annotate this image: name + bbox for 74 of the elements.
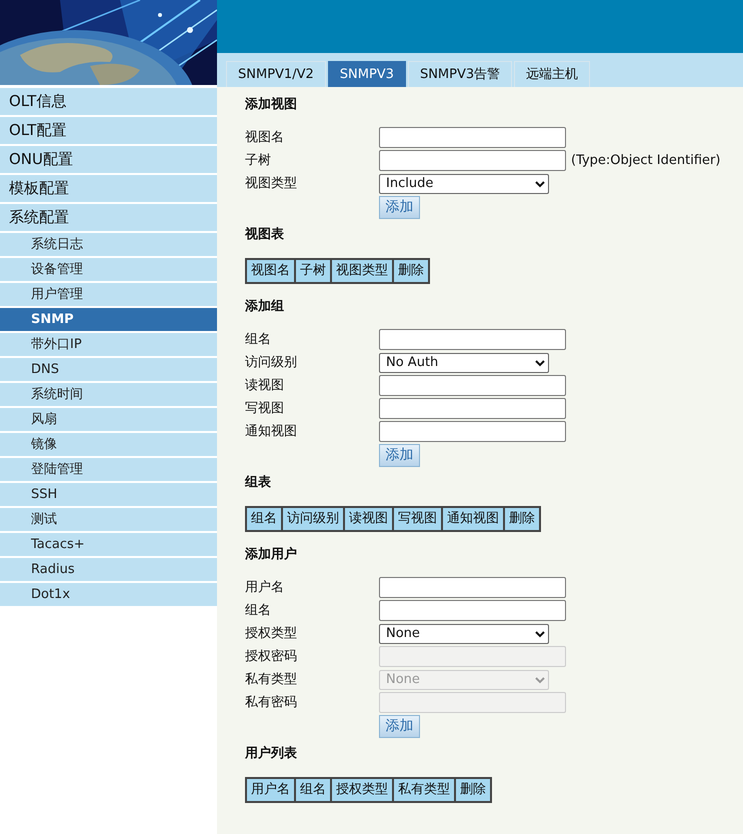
column-header: 视图类型: [331, 259, 393, 283]
field-label: 私有密码: [245, 694, 298, 712]
field-label: 私有类型: [245, 671, 298, 689]
column-header: 组名: [246, 507, 282, 531]
column-header: 删除: [393, 259, 429, 283]
sidebar-subitem[interactable]: 带外口IP: [0, 333, 217, 356]
add-button[interactable]: 添加: [379, 715, 420, 738]
input-field[interactable]: [379, 375, 566, 396]
column-header: 授权类型: [331, 778, 393, 802]
field-label: 视图名: [245, 129, 285, 147]
sidebar-subitem[interactable]: DNS: [0, 358, 217, 381]
sidebar-subitem[interactable]: 用户管理: [0, 283, 217, 306]
column-header: 通知视图: [442, 507, 504, 531]
input-field[interactable]: [379, 398, 566, 419]
column-header: 视图名: [246, 259, 295, 283]
field-label: 访问级别: [245, 354, 298, 372]
section-heading: 添加用户: [245, 546, 298, 564]
section-heading: 添加视图: [245, 96, 298, 114]
column-header: 删除: [455, 778, 491, 802]
section-heading: 添加组: [245, 298, 285, 316]
column-header: 组名: [295, 778, 331, 802]
sidebar-subitem[interactable]: SNMP: [0, 308, 217, 331]
sidebar-subitem[interactable]: SSH: [0, 483, 217, 506]
input-field[interactable]: [379, 577, 566, 598]
sidebar-item[interactable]: OLT配置: [0, 117, 217, 144]
sidebar-subitem[interactable]: Dot1x: [0, 583, 217, 606]
tab[interactable]: 远端主机: [514, 61, 590, 87]
sidebar-item[interactable]: OLT信息: [0, 88, 217, 115]
column-header: 私有类型: [393, 778, 455, 802]
sidebar-subitem[interactable]: 风扇: [0, 408, 217, 431]
field-label: 组名: [245, 602, 272, 620]
sidebar-subitem[interactable]: 登陆管理: [0, 458, 217, 481]
column-header: 删除: [504, 507, 540, 531]
field-label: 组名: [245, 331, 272, 349]
tab[interactable]: SNMPV1/V2: [226, 61, 326, 87]
sidebar-subitem[interactable]: 测试: [0, 508, 217, 531]
field-label: 子树: [245, 152, 272, 170]
tab[interactable]: SNMPV3告警: [408, 61, 512, 87]
field-label: 视图类型: [245, 175, 298, 193]
dropdown[interactable]: None: [379, 624, 549, 644]
sidebar-item[interactable]: 模板配置: [0, 175, 217, 202]
dropdown[interactable]: No Auth: [379, 352, 549, 372]
sidebar-subitem[interactable]: Tacacs+: [0, 533, 217, 556]
sidebar-subitem[interactable]: 设备管理: [0, 258, 217, 281]
input-field[interactable]: [379, 150, 566, 171]
add-button[interactable]: 添加: [379, 196, 420, 219]
field-label: 通知视图: [245, 423, 298, 441]
input-field[interactable]: [379, 600, 566, 621]
field-label: 写视图: [245, 400, 285, 418]
sidebar-subitem[interactable]: Radius: [0, 558, 217, 581]
field-label: 授权密码: [245, 648, 298, 666]
column-header: 用户名: [246, 778, 295, 802]
sidebar-subitem[interactable]: 镜像: [0, 433, 217, 456]
field-label: 读视图: [245, 377, 285, 395]
column-header: 写视图: [393, 507, 442, 531]
table-heading: 组表: [245, 474, 272, 492]
input-field[interactable]: [379, 421, 566, 442]
column-header: 访问级别: [282, 507, 344, 531]
add-button[interactable]: 添加: [379, 444, 420, 467]
hint-text: (Type:Object Identifier): [571, 152, 720, 170]
tab[interactable]: SNMPV3: [328, 61, 406, 87]
sidebar-subitem[interactable]: 系统时间: [0, 383, 217, 406]
table-heading: 视图表: [245, 226, 285, 244]
field-label: 授权类型: [245, 625, 298, 643]
sidebar-item[interactable]: ONU配置: [0, 146, 217, 173]
input-field[interactable]: [379, 127, 566, 148]
column-header: 子树: [295, 259, 331, 283]
column-header: 读视图: [344, 507, 393, 531]
field-label: 用户名: [245, 579, 285, 597]
dropdown[interactable]: Include: [379, 174, 549, 194]
input-field[interactable]: [379, 329, 566, 350]
sidebar-item[interactable]: 系统配置: [0, 204, 217, 231]
sidebar-subitem[interactable]: 系统日志: [0, 233, 217, 256]
table-heading: 用户列表: [245, 744, 298, 763]
